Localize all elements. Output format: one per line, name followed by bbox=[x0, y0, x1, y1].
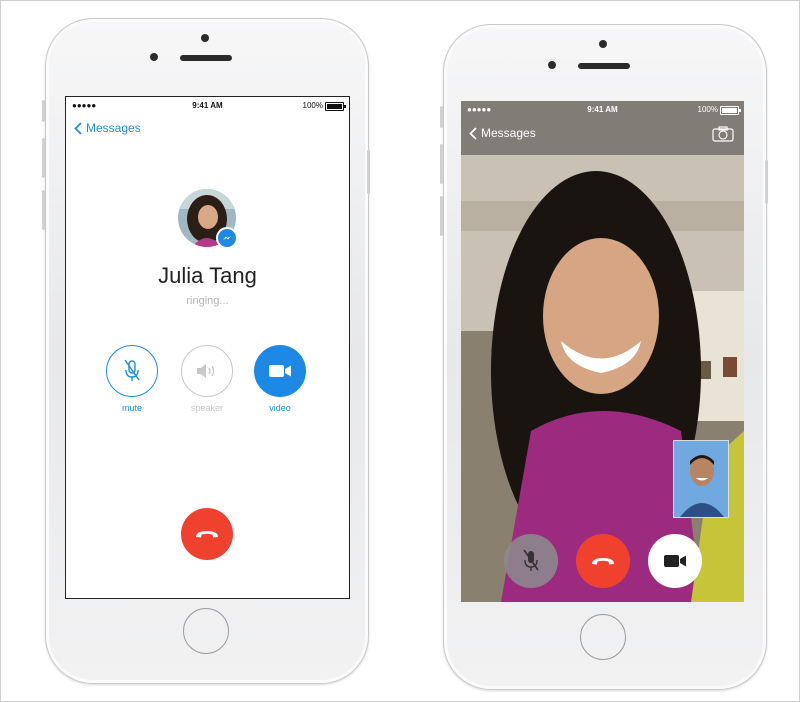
status-bar: ●●●●● 9:41 AM 100% bbox=[66, 97, 349, 115]
volume-up-button bbox=[440, 144, 443, 184]
remote-video-feed bbox=[461, 101, 744, 602]
mute-switch bbox=[42, 100, 45, 122]
battery-icon bbox=[325, 102, 346, 111]
phone-hangup-icon bbox=[592, 558, 614, 565]
mute-button[interactable]: mute bbox=[104, 345, 160, 413]
end-call-button[interactable] bbox=[576, 534, 630, 588]
end-call-button[interactable] bbox=[181, 508, 233, 560]
front-camera bbox=[201, 34, 209, 42]
earpiece-speaker bbox=[180, 55, 232, 61]
video-label: video bbox=[269, 403, 291, 413]
call-screen: ●●●●● 9:41 AM 100% Messages Julia Tang r… bbox=[65, 96, 350, 599]
speaker-label: speaker bbox=[190, 403, 224, 413]
chevron-left-icon bbox=[469, 126, 477, 140]
earpiece-speaker bbox=[578, 63, 630, 69]
power-button bbox=[765, 160, 768, 204]
video-top-bar: ●●●●● 9:41 AM 100% Messages bbox=[461, 101, 744, 155]
caller-avatar bbox=[178, 189, 238, 249]
video-call-screen: ●●●●● 9:41 AM 100% Messages bbox=[461, 101, 744, 602]
back-to-messages-button[interactable]: Messages bbox=[74, 121, 141, 135]
status-bar: ●●●●● 9:41 AM 100% bbox=[461, 101, 744, 119]
mute-button[interactable] bbox=[504, 534, 558, 588]
home-button[interactable] bbox=[183, 608, 229, 654]
video-camera-icon bbox=[664, 555, 686, 567]
volume-down-button bbox=[440, 196, 443, 236]
call-status: ringing... bbox=[186, 295, 229, 307]
mute-switch bbox=[440, 106, 443, 128]
chevron-left-icon bbox=[74, 121, 82, 135]
volume-up-button bbox=[42, 138, 45, 178]
camera-flip-icon[interactable] bbox=[712, 126, 734, 142]
speaker-button[interactable]: speaker bbox=[179, 345, 235, 413]
video-camera-icon bbox=[269, 365, 291, 377]
battery-percent: 100% bbox=[302, 101, 323, 110]
battery-percent: 100% bbox=[697, 105, 718, 114]
proximity-sensor bbox=[150, 53, 158, 61]
back-label: Messages bbox=[86, 121, 141, 135]
phone-hangup-icon bbox=[196, 531, 218, 538]
home-button[interactable] bbox=[580, 614, 626, 660]
mute-label: mute bbox=[121, 403, 142, 413]
front-camera bbox=[599, 40, 607, 48]
microphone-muted-icon bbox=[523, 549, 539, 571]
volume-down-button bbox=[42, 190, 45, 230]
self-view-thumbnail[interactable] bbox=[673, 440, 729, 518]
messenger-badge-icon bbox=[216, 227, 238, 249]
caller-name: Julia Tang bbox=[158, 263, 257, 288]
back-label: Messages bbox=[481, 126, 536, 140]
microphone-muted-icon bbox=[124, 359, 140, 381]
power-button bbox=[367, 150, 370, 194]
proximity-sensor bbox=[548, 61, 556, 69]
speaker-icon bbox=[197, 364, 215, 378]
video-toggle-button[interactable] bbox=[648, 534, 702, 588]
back-to-messages-button[interactable]: Messages bbox=[469, 126, 536, 140]
battery-icon bbox=[720, 106, 741, 115]
self-view-video bbox=[674, 441, 728, 517]
video-button[interactable]: video bbox=[252, 345, 308, 413]
